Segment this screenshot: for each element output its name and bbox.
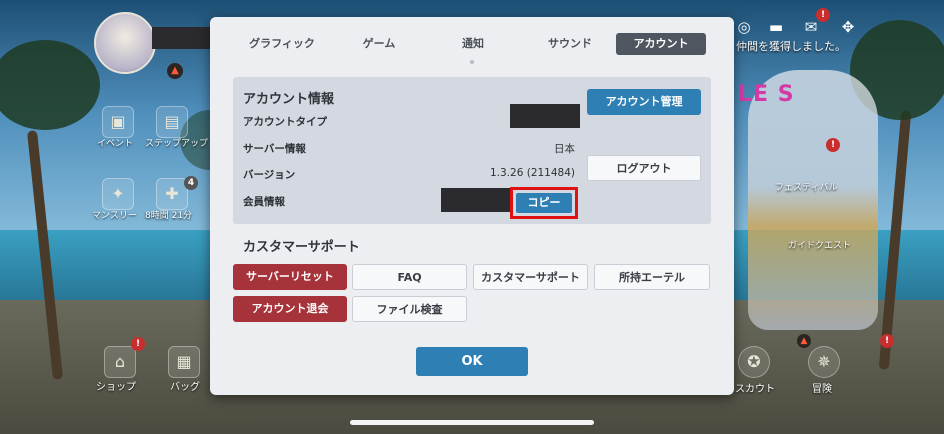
server-value: 日本	[554, 143, 575, 155]
festival-label: フェスティバル	[775, 183, 838, 193]
version-value: 1.3.26 (211484)	[489, 167, 575, 179]
fire-icon: ▲	[167, 63, 183, 79]
monthly-label: マンスリー	[92, 211, 137, 221]
stepup-label: ステップアップ	[145, 139, 209, 149]
account-type-label: アカウントタイプ	[243, 116, 327, 128]
mail-alert-badge: !	[816, 8, 830, 22]
copy-highlight: コピー	[510, 187, 578, 219]
timer-label: 8時間 21分	[145, 211, 193, 221]
tab-notifications[interactable]: 通知	[438, 33, 508, 55]
copy-button[interactable]: コピー	[516, 193, 572, 213]
count-badge: 4	[184, 176, 198, 190]
monthly-icon[interactable]: ✦	[102, 178, 134, 210]
tab-graphics[interactable]: グラフィック	[240, 33, 324, 55]
version-label: バージョン	[243, 169, 296, 181]
tab-sound[interactable]: サウンド	[528, 33, 612, 55]
expand-icon[interactable]: ✥	[839, 18, 857, 36]
guide-quest-label[interactable]: ガイドクエスト	[788, 238, 851, 251]
home-indicator[interactable]	[350, 420, 594, 425]
customer-support-title: カスタマーサポート	[243, 240, 360, 255]
bag-label: バッグ	[170, 382, 200, 393]
account-delete-button[interactable]: アカウント退会	[233, 296, 347, 322]
member-info-label: 会員情報	[243, 196, 285, 208]
account-info-title: アカウント情報	[243, 92, 335, 107]
tab-game[interactable]: ゲーム	[344, 33, 414, 55]
chat-icon[interactable]: ▬	[767, 18, 785, 36]
page-indicator-dot	[470, 60, 474, 64]
faq-button[interactable]: FAQ	[352, 264, 467, 290]
owned-ether-button[interactable]: 所持エーテル	[594, 264, 710, 290]
stepup-icon[interactable]: ▤	[156, 106, 188, 138]
event-banner-text: LE S	[738, 82, 795, 107]
compass-icon[interactable]: ✵	[808, 346, 840, 378]
shop-alert-badge: !	[131, 337, 145, 351]
camera-icon[interactable]: ◎	[735, 18, 753, 36]
event-icon[interactable]: ▣	[102, 106, 134, 138]
file-check-button[interactable]: ファイル検査	[352, 296, 467, 322]
settings-tabs: グラフィック ゲーム 通知 サウンド アカウント	[222, 33, 722, 57]
player-avatar[interactable]	[94, 12, 156, 74]
logout-button[interactable]: ログアウト	[587, 155, 701, 181]
event-label: イベント	[97, 139, 134, 149]
mail-icon[interactable]: ✉	[802, 18, 820, 36]
shop-label: ショップ	[96, 382, 136, 393]
redacted-account-type	[510, 104, 580, 128]
redacted-member-id	[441, 188, 513, 212]
adventure-alert-badge: !	[880, 334, 894, 348]
redacted-player-name	[152, 27, 218, 49]
server-label: サーバー情報	[243, 143, 306, 155]
server-reset-button[interactable]: サーバーリセット	[233, 264, 347, 290]
adventure-label: 冒険	[812, 384, 832, 395]
account-info-panel: アカウント情報 アカウントタイプ サーバー情報 日本 バージョン 1.3.26 …	[233, 77, 711, 224]
shop-icon[interactable]: ⌂	[104, 346, 136, 378]
festival-alert-badge: !	[826, 138, 840, 152]
scout-icon[interactable]: ✪	[738, 346, 770, 378]
bag-icon[interactable]: ▦	[168, 346, 200, 378]
settings-dialog: グラフィック ゲーム 通知 サウンド アカウント アカウント情報 アカウントタイ…	[210, 17, 734, 395]
account-manage-button[interactable]: アカウント管理	[587, 89, 701, 115]
character-illustration	[748, 70, 878, 330]
ok-button[interactable]: OK	[416, 347, 528, 376]
fire-icon: ▲	[797, 334, 811, 348]
tab-account[interactable]: アカウント	[616, 33, 706, 55]
customer-support-button[interactable]: カスタマーサポート	[473, 264, 588, 290]
acquisition-notification: 仲間を獲得しました。	[736, 40, 846, 53]
scout-label: スカウト	[735, 384, 775, 395]
